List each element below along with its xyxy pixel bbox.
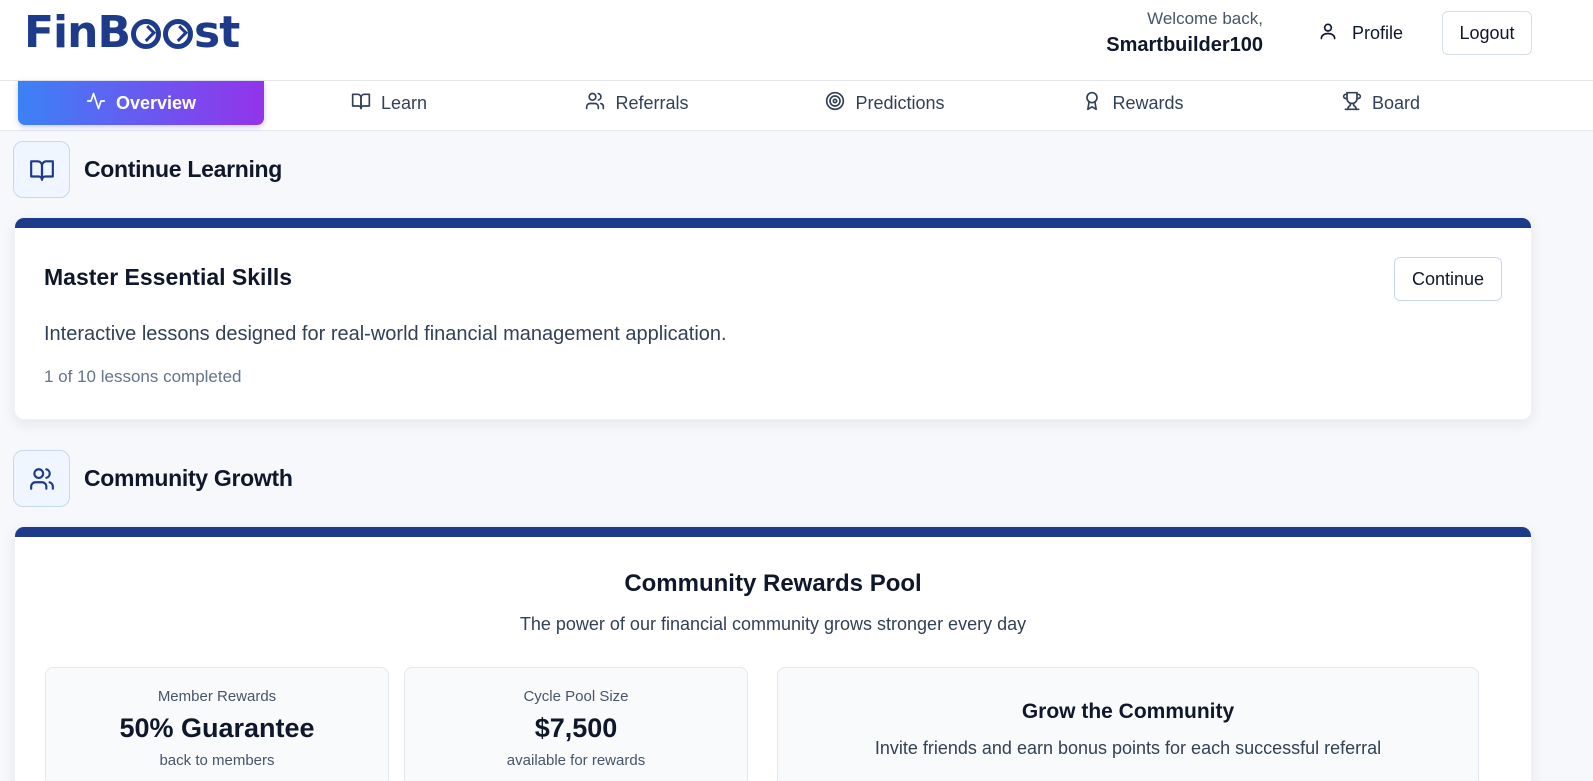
welcome-label: Welcome back,	[1147, 9, 1263, 28]
grow-community-box: Grow the Community Invite friends and ea…	[777, 667, 1479, 781]
users-icon	[585, 91, 605, 116]
finboost-logo[interactable]: FinB st	[24, 7, 240, 58]
profile-button[interactable]: Profile	[1318, 12, 1403, 54]
tab-overview[interactable]: Overview	[18, 81, 264, 125]
trophy-icon	[1342, 91, 1362, 116]
target-icon	[825, 91, 845, 116]
grow-title: Grow the Community	[1021, 700, 1235, 723]
stat-note: back to members	[159, 752, 275, 769]
community-growth-header: Community Growth	[13, 450, 293, 507]
tab-rewards[interactable]: Rewards	[1010, 81, 1256, 125]
stat-value: $7,500	[534, 713, 618, 743]
profile-label: Profile	[1352, 22, 1404, 43]
tab-board[interactable]: Board	[1258, 81, 1504, 125]
logo-o-icon	[131, 19, 161, 49]
main-tabs: Overview Learn Referrals Predictions Rew…	[0, 81, 1593, 131]
grow-description: Invite friends and earn bonus points for…	[874, 738, 1382, 758]
tab-predictions[interactable]: Predictions	[762, 81, 1008, 125]
logo-text: FinB	[24, 7, 131, 58]
welcome-block: Welcome back, Smartbuilder100	[1106, 8, 1263, 60]
card-accent-bar	[15, 527, 1531, 537]
card-description: Interactive lessons designed for real-wo…	[44, 323, 727, 345]
tab-label: Board	[1371, 92, 1421, 113]
tab-learn[interactable]: Learn	[266, 81, 512, 125]
tab-label: Referrals	[615, 92, 689, 113]
stat-label: Cycle Pool Size	[523, 688, 629, 705]
continue-button[interactable]: Continue	[1394, 257, 1502, 301]
top-header: FinB st Welcome back, Smartbuilder100 Pro…	[0, 0, 1593, 81]
stat-note: available for rewards	[506, 752, 646, 769]
tab-label: Overview	[115, 92, 197, 113]
tab-label: Rewards	[1112, 92, 1184, 113]
cycle-pool-stat: Cycle Pool Size $7,500 available for rew…	[404, 667, 748, 781]
card-accent-bar	[15, 218, 1531, 228]
book-icon	[351, 91, 371, 116]
username: Smartbuilder100	[1106, 34, 1263, 56]
section-title: Continue Learning	[84, 156, 283, 182]
logo-text-end: st	[194, 7, 240, 58]
tab-referrals[interactable]: Referrals	[514, 81, 760, 125]
user-icon	[1318, 21, 1338, 46]
logout-button[interactable]: Logout	[1442, 11, 1532, 55]
stat-value: 50% Guarantee	[119, 713, 315, 743]
learning-card: Master Essential Skills Continue Interac…	[14, 217, 1532, 420]
users-icon	[13, 450, 70, 507]
stat-label: Member Rewards	[157, 688, 277, 705]
lesson-progress-text: 1 of 10 lessons completed	[44, 367, 242, 386]
card-title: Master Essential Skills	[44, 264, 293, 290]
tab-label: Predictions	[855, 92, 945, 113]
book-icon	[13, 141, 70, 198]
continue-learning-header: Continue Learning	[13, 141, 282, 198]
member-rewards-stat: Member Rewards 50% Guarantee back to mem…	[45, 667, 389, 781]
pool-title: Community Rewards Pool	[624, 570, 922, 597]
pool-subtitle: The power of our financial community gro…	[519, 614, 1027, 634]
logo-o-icon	[163, 19, 193, 49]
tab-label: Learn	[380, 92, 428, 113]
award-icon	[1082, 91, 1102, 116]
activity-icon	[86, 91, 106, 116]
community-card: Community Rewards Pool The power of our …	[14, 526, 1532, 781]
section-title: Community Growth	[84, 465, 293, 491]
